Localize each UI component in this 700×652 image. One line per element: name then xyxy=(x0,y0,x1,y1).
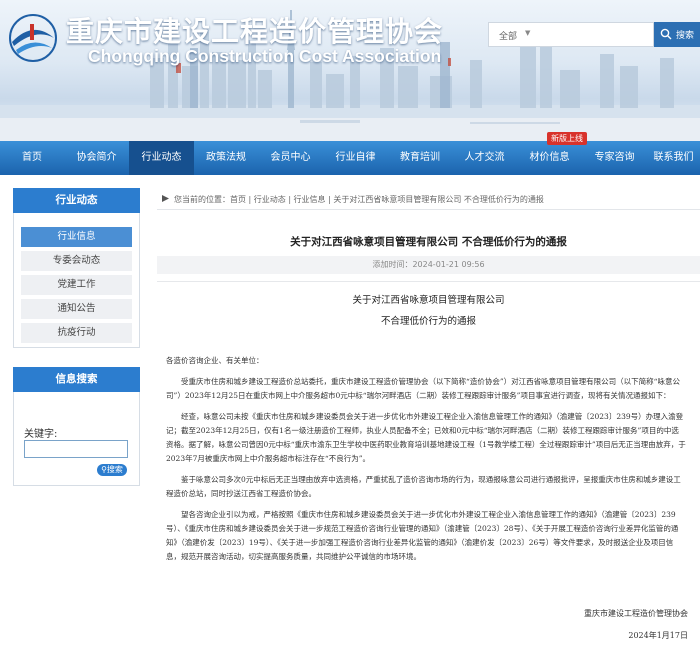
keyword-input[interactable] xyxy=(24,440,128,458)
sidebar-item-notices[interactable]: 通知公告 xyxy=(21,299,132,319)
paragraph: 经查，咏意公司未按《重庆市住房和城乡建设委员会关于进一步优化市外建设工程企业入渝… xyxy=(166,412,686,463)
nav-item-members[interactable]: 会员中心 xyxy=(258,141,323,175)
breadcrumb[interactable]: 您当前的位置：首页 | 行业动态 | 行业信息 | 关于对江西省咏意项目管理有限… xyxy=(174,194,544,205)
salutation: 各造价咨询企业、有关单位： xyxy=(166,356,264,365)
nav-item-contact[interactable]: 联系我们 xyxy=(647,141,700,175)
sidebar-item-committee[interactable]: 专委会动态 xyxy=(21,251,132,271)
nav-item-talent[interactable]: 人才交流 xyxy=(452,141,517,175)
document-title-line-2: 不合理低价行为的通报 xyxy=(380,316,476,327)
site-search-button[interactable]: 搜索 xyxy=(654,22,700,47)
paragraph: 受重庆市住房和城乡建设工程造价总站委托，重庆市建设工程造价管理协会（以下简称“造… xyxy=(166,377,680,400)
info-search-button-label: 搜索 xyxy=(106,465,123,474)
search-button-label: 搜索 xyxy=(676,31,695,41)
chevron-down-icon[interactable]: ▼ xyxy=(525,29,530,37)
nav-item-policy[interactable]: 政策法规 xyxy=(194,141,258,175)
category-panel-body: 行业信息 专委会动态 党建工作 通知公告 抗疫行动 xyxy=(13,213,140,348)
nav-item-about[interactable]: 协会简介 xyxy=(64,141,129,175)
site-title-english: Chongqing Construction Cost Association xyxy=(88,46,442,66)
signature-organization: 重庆市建设工程造价管理协会 xyxy=(584,609,688,618)
divider xyxy=(157,281,700,282)
new-version-badge: 新版上线 xyxy=(547,132,587,145)
info-search-body: 关键字: ⚲搜索 xyxy=(13,392,140,486)
nav-item-home[interactable]: 首页 xyxy=(0,141,64,175)
category-panel: 行业动态 行业信息 专委会动态 党建工作 通知公告 抗疫行动 xyxy=(13,188,140,348)
search-icon xyxy=(660,28,672,40)
breadcrumb-bar: 您当前的位置：首页 | 行业动态 | 行业信息 | 关于对江西省咏意项目管理有限… xyxy=(157,188,700,210)
site-title-chinese: 重庆市建设工程造价管理协会 xyxy=(66,15,444,48)
article-body: 各造价咨询企业、有关单位： 受重庆市住房和城乡建设工程造价总站委托，重庆市建设工… xyxy=(166,354,686,571)
nav-item-material-prices[interactable]: 材价信息 xyxy=(517,141,582,175)
keyword-label: 关键字: xyxy=(24,429,58,440)
category-panel-title: 行业动态 xyxy=(13,188,140,213)
nav-item-industry-news[interactable]: 行业动态 xyxy=(129,141,194,175)
info-search-button[interactable]: ⚲搜索 xyxy=(97,464,127,476)
sidebar-item-epidemic[interactable]: 抗疫行动 xyxy=(21,323,132,343)
article-meta: 添加时间：2024-01-21 09:56 xyxy=(157,256,700,274)
location-icon xyxy=(162,195,169,202)
signature-date: 2024年1月17日 xyxy=(628,631,688,640)
sidebar-item-industry-info[interactable]: 行业信息 xyxy=(21,227,132,247)
main-nav: 首页 协会简介 行业动态 政策法规 会员中心 行业自律 教育培训 人才交流 材价… xyxy=(0,141,700,175)
search-scope-select[interactable]: 全部 xyxy=(499,29,517,42)
nav-item-training[interactable]: 教育培训 xyxy=(388,141,452,175)
info-search-panel: 信息搜索 关键字: ⚲搜索 xyxy=(13,367,140,486)
nav-item-expert[interactable]: 专家咨询 xyxy=(582,141,647,175)
article-title: 关于对江西省咏意项目管理有限公司 不合理低价行为的通报 xyxy=(290,236,567,248)
paragraph: 鉴于咏意公司多次0元中标后无正当理由放弃中选资格，严重扰乱了造价咨询市场的行为，… xyxy=(166,475,681,498)
site-search-input[interactable] xyxy=(539,25,649,44)
nav-item-self-discipline[interactable]: 行业自律 xyxy=(323,141,388,175)
association-logo-icon xyxy=(9,14,57,62)
sidebar-item-party-work[interactable]: 党建工作 xyxy=(21,275,132,295)
paragraph: 望各咨询企业引以为戒，严格按照《重庆市住房和城乡建设委员会关于进一步优化市外建设… xyxy=(166,510,679,561)
info-search-title: 信息搜索 xyxy=(13,367,140,392)
document-title-line-1: 关于对江西省咏意项目管理有限公司 xyxy=(352,295,505,306)
site-search-box: 全部 ▼ xyxy=(488,22,654,47)
left-sidebar: 行业动态 行业信息 专委会动态 党建工作 通知公告 抗疫行动 信息搜索 关键字:… xyxy=(13,188,140,486)
